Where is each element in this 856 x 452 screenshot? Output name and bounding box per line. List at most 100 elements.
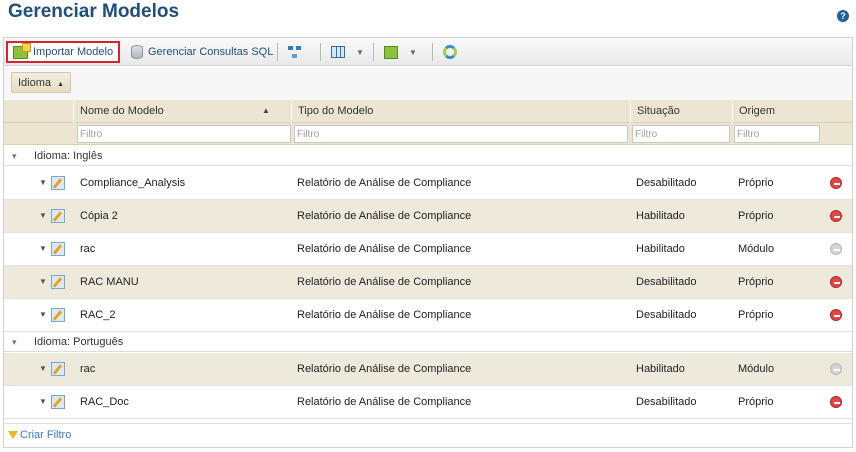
group-by-language-chip[interactable]: Idioma ▲ — [11, 72, 72, 93]
model-origin: Próprio — [738, 210, 774, 222]
toolbar-separator — [277, 43, 278, 61]
model-origin: Próprio — [738, 276, 774, 288]
filter-icon — [8, 431, 18, 439]
row-menu-icon[interactable]: ▼ — [39, 200, 47, 232]
model-origin: Próprio — [738, 309, 774, 321]
filter-row — [4, 123, 852, 145]
column-header-status-label: Situação — [637, 105, 680, 117]
table-row[interactable]: ▼ RAC_Doc Relatório de Análise de Compli… — [4, 386, 852, 419]
table-row[interactable]: ▼ Compliance_Analysis Relatório de Análi… — [4, 167, 852, 200]
manage-sql-queries-button[interactable]: Gerenciar Consultas SQL — [126, 41, 278, 63]
model-name[interactable]: Compliance_Analysis — [80, 167, 185, 199]
create-filter-label: Criar Filtro — [20, 429, 72, 441]
chevron-down-icon: ▾ — [12, 337, 17, 347]
import-icon — [13, 42, 31, 59]
edit-model-icon[interactable] — [51, 275, 65, 289]
model-name[interactable]: RAC_2 — [80, 299, 115, 331]
toolbar-separator — [320, 43, 321, 61]
import-model-label: Importar Modelo — [33, 46, 114, 58]
delete-disabled-icon — [830, 243, 842, 255]
columns-menu-button[interactable]: ▼ — [326, 41, 369, 63]
table-row[interactable]: ▼ rac Relatório de Análise de Compliance… — [4, 353, 852, 386]
model-type: Relatório de Análise de Compliance — [297, 276, 472, 288]
column-header-row: Nome do Modelo ▲ Tipo do Modelo Situação… — [4, 100, 852, 123]
edit-model-icon[interactable] — [51, 308, 65, 322]
model-type: Relatório de Análise de Compliance — [297, 309, 472, 321]
column-header-name[interactable]: Nome do Modelo — [73, 100, 291, 123]
group-chip-label: Idioma — [18, 77, 52, 89]
toolbar-separator — [373, 43, 374, 61]
status-filter-input[interactable] — [632, 125, 730, 143]
sort-ascending-icon: ▲ — [262, 106, 270, 115]
hierarchy-icon — [288, 45, 302, 59]
column-header-origin-label: Origem — [739, 105, 776, 117]
models-grid: Importar Modelo Gerenciar Consultas SQL … — [3, 37, 853, 448]
manage-sql-queries-label: Gerenciar Consultas SQL — [148, 46, 274, 58]
export-menu-button[interactable]: ▼ — [379, 41, 422, 63]
sort-ascending-icon: ▲ — [57, 81, 65, 88]
group-row-english[interactable]: ▾ Idioma: Inglês — [4, 146, 852, 166]
edit-model-icon[interactable] — [51, 176, 65, 190]
delete-icon[interactable] — [830, 276, 842, 288]
row-menu-icon[interactable]: ▼ — [39, 233, 47, 265]
chevron-down-icon: ▼ — [356, 47, 364, 57]
row-menu-icon[interactable]: ▼ — [39, 299, 47, 331]
model-name[interactable]: rac — [80, 353, 95, 385]
edit-model-icon[interactable] — [51, 395, 65, 409]
model-type: Relatório de Análise de Compliance — [297, 210, 472, 222]
delete-icon[interactable] — [830, 309, 842, 321]
name-filter-input[interactable] — [77, 125, 291, 143]
table-row[interactable]: ▼ RAC_2 Relatório de Análise de Complian… — [4, 299, 852, 332]
delete-icon[interactable] — [830, 177, 842, 189]
model-name[interactable]: RAC_Doc — [80, 386, 129, 418]
origin-filter-input[interactable] — [734, 125, 820, 143]
row-menu-icon[interactable]: ▼ — [39, 167, 47, 199]
help-icon[interactable]: ? — [837, 10, 849, 22]
model-name[interactable]: rac — [80, 233, 95, 265]
create-filter-link[interactable]: Criar Filtro — [8, 429, 71, 441]
model-name[interactable]: RAC MANU — [80, 266, 139, 298]
model-origin: Módulo — [738, 363, 775, 375]
column-header-status[interactable]: Situação — [630, 100, 732, 123]
edit-model-icon[interactable] — [51, 209, 65, 223]
type-filter-input[interactable] — [294, 125, 628, 143]
refresh-button[interactable] — [438, 41, 467, 63]
model-origin: Próprio — [738, 177, 774, 189]
column-header-type-label: Tipo do Modelo — [298, 105, 374, 117]
row-menu-icon[interactable]: ▼ — [39, 353, 47, 385]
row-menu-icon[interactable]: ▼ — [39, 386, 47, 418]
model-status: Habilitado — [636, 363, 685, 375]
chevron-down-icon: ▾ — [12, 151, 17, 161]
edit-model-icon[interactable] — [51, 362, 65, 376]
page-title: Gerenciar Modelos — [8, 1, 180, 22]
table-row[interactable]: ▼ rac Relatório de Análise de Compliance… — [4, 233, 852, 266]
table-row[interactable]: ▼ Cópia 2 Relatório de Análise de Compli… — [4, 200, 852, 233]
delete-icon[interactable] — [830, 396, 842, 408]
hierarchy-button[interactable] — [283, 41, 312, 63]
column-header-origin[interactable]: Origem — [732, 100, 820, 123]
refresh-icon — [443, 45, 457, 59]
model-origin: Próprio — [738, 396, 774, 408]
model-status: Desabilitado — [636, 276, 697, 288]
group-row-portuguese[interactable]: ▾ Idioma: Português — [4, 332, 852, 352]
model-name[interactable]: Cópia 2 — [80, 200, 118, 232]
import-model-button[interactable]: Importar Modelo — [6, 41, 121, 63]
edit-model-icon[interactable] — [51, 242, 65, 256]
model-status: Habilitado — [636, 210, 685, 222]
toolbar: Importar Modelo Gerenciar Consultas SQL … — [4, 38, 852, 66]
model-type: Relatório de Análise de Compliance — [297, 243, 472, 255]
table-row[interactable]: ▼ RAC MANU Relatório de Análise de Compl… — [4, 266, 852, 299]
model-origin: Módulo — [738, 243, 775, 255]
column-header-type[interactable]: Tipo do Modelo — [291, 100, 630, 123]
group-label: Idioma: Inglês — [34, 150, 103, 162]
chevron-down-icon: ▼ — [409, 47, 417, 57]
database-icon — [131, 45, 143, 59]
model-status: Desabilitado — [636, 396, 697, 408]
delete-icon[interactable] — [830, 210, 842, 222]
footer: Criar Filtro — [4, 423, 852, 447]
model-type: Relatório de Análise de Compliance — [297, 396, 472, 408]
delete-disabled-icon — [830, 363, 842, 375]
toolbar-separator — [432, 43, 433, 61]
row-menu-icon[interactable]: ▼ — [39, 266, 47, 298]
model-status: Habilitado — [636, 243, 685, 255]
